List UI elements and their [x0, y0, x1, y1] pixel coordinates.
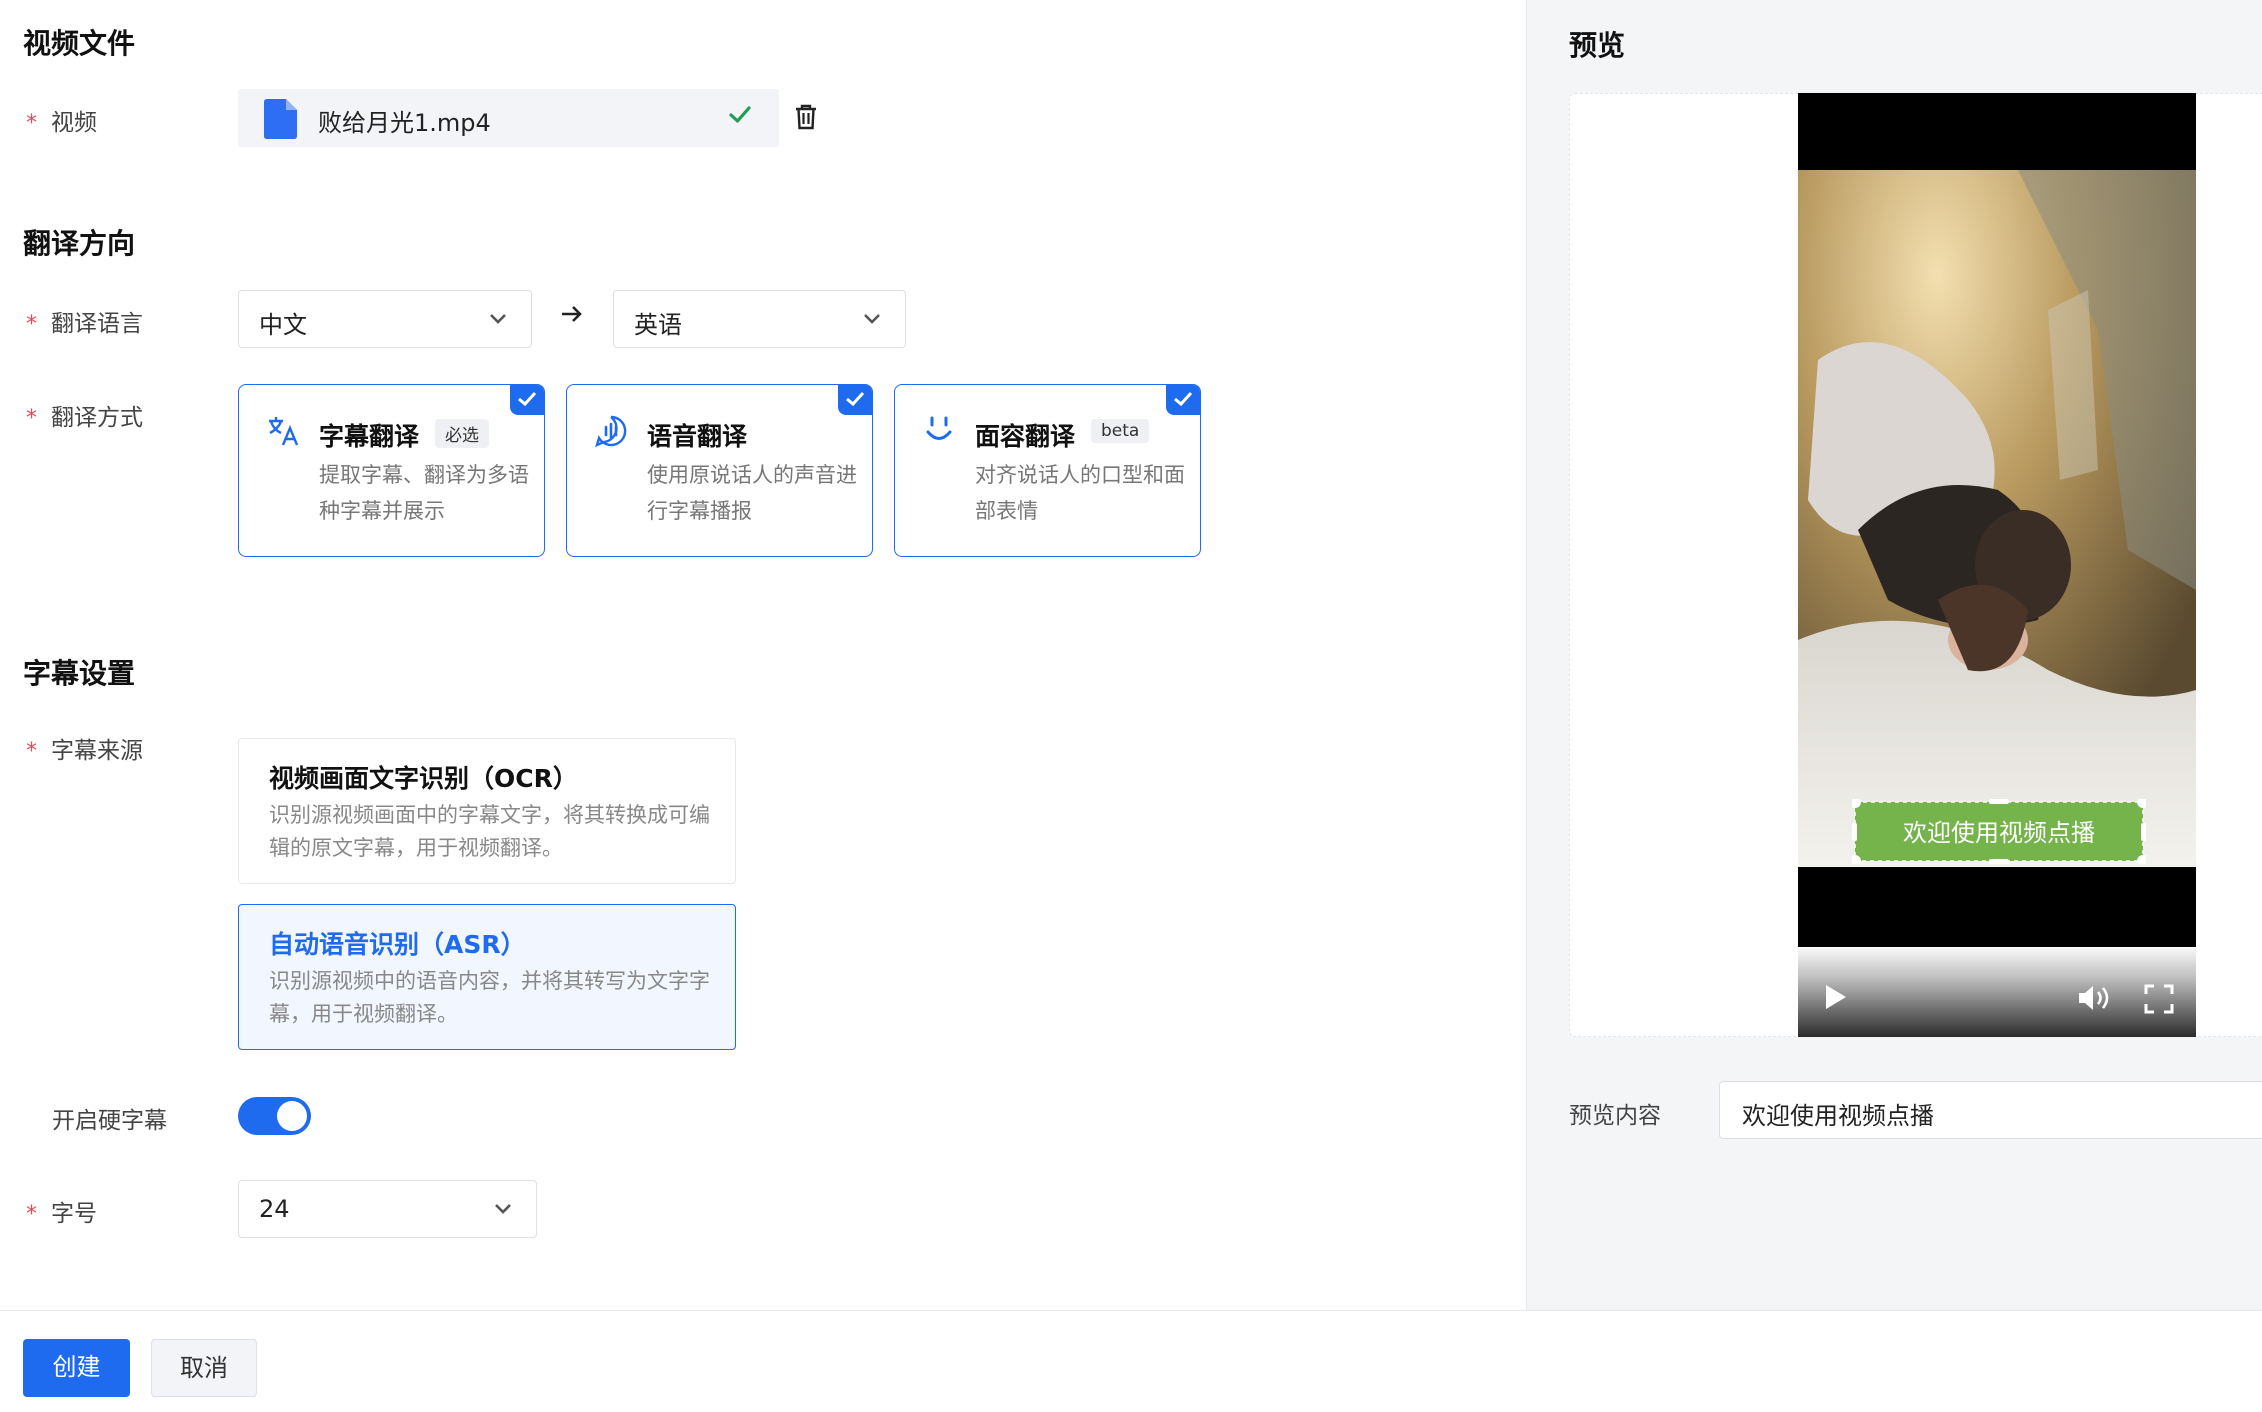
- option-title: 自动语音识别（ASR）: [269, 930, 526, 959]
- check-icon: [518, 391, 537, 407]
- hard-subtitle-toggle[interactable]: [238, 1097, 311, 1135]
- section-title-subtitle: 字幕设置: [23, 657, 136, 690]
- method-desc: 使用原说话人的声音进行字幕播报: [647, 463, 857, 523]
- target-language-value: 英语: [634, 311, 682, 339]
- preview-content-value: 欢迎使用视频点播: [1742, 1102, 1934, 1130]
- required-mark: *: [26, 312, 37, 337]
- field-label-language: * 翻译语言: [26, 304, 143, 338]
- method-card-face[interactable]: 面容翻译 beta 对齐说话人的口型和面部表情: [894, 384, 1201, 557]
- volume-icon[interactable]: [2077, 984, 2113, 1012]
- field-label-method: * 翻译方式: [26, 398, 143, 432]
- file-name: 败给月光1.mp4: [318, 109, 491, 137]
- chevron-down-icon: [495, 1204, 511, 1214]
- method-desc: 提取字幕、翻译为多语种字幕并展示: [319, 463, 529, 523]
- checked-corner: [838, 385, 872, 415]
- check-icon: [1174, 391, 1193, 407]
- method-card-subtitle[interactable]: 字幕翻译 必选 提取字幕、翻译为多语种字幕并展示: [238, 384, 545, 557]
- play-icon[interactable]: [1824, 984, 1848, 1010]
- toggle-knob: [277, 1101, 307, 1131]
- subtitle-overlay[interactable]: 欢迎使用视频点播: [1852, 799, 2146, 864]
- upload-success-icon: [729, 106, 751, 123]
- font-size-label: 字号: [51, 1201, 97, 1227]
- checked-corner: [1166, 385, 1200, 415]
- language-label: 翻译语言: [51, 311, 143, 337]
- required-mark: *: [26, 111, 37, 136]
- video-player[interactable]: 欢迎使用视频点播: [1798, 93, 2196, 1037]
- delete-icon[interactable]: [794, 104, 818, 130]
- footer-bar: 创建 取消: [0, 1310, 2262, 1412]
- beta-tag: beta: [1091, 419, 1150, 443]
- uploaded-file[interactable]: 败给月光1.mp4: [238, 89, 779, 147]
- preview-content-label: 预览内容: [1569, 1103, 1661, 1129]
- fullscreen-icon[interactable]: [2144, 984, 2174, 1014]
- preview-content-input[interactable]: 欢迎使用视频点播: [1719, 1081, 2262, 1139]
- method-desc: 对齐说话人的口型和面部表情: [975, 463, 1185, 523]
- target-language-select[interactable]: 英语: [613, 290, 906, 348]
- section-title-direction: 翻译方向: [23, 227, 136, 260]
- arrow-right-icon: [562, 306, 582, 322]
- translation-form: 视频文件 * 视频 败给月光1.mp4 翻译方向 * 翻译语言 中文 英语 * 翻译方…: [0, 0, 1526, 1310]
- preview-title: 预览: [1569, 29, 1626, 62]
- font-size-value: 24: [259, 1195, 290, 1223]
- field-label-video: * 视频: [26, 103, 97, 137]
- source-option-ocr[interactable]: 视频画面文字识别（OCR） 识别源视频画面中的字幕文字，将其转换成可编辑的原文字…: [238, 738, 736, 884]
- video-label: 视频: [51, 110, 97, 136]
- file-icon: [264, 99, 297, 139]
- method-card-voice[interactable]: 语音翻译 使用原说话人的声音进行字幕播报: [566, 384, 873, 557]
- subtitle-overlay-text: 欢迎使用视频点播: [1903, 819, 2095, 847]
- video-controls: [1798, 947, 2196, 1037]
- method-title: 语音翻译: [647, 422, 748, 451]
- source-label: 字幕来源: [51, 738, 143, 764]
- source-language-select[interactable]: 中文: [238, 290, 532, 348]
- video-frame: [1798, 170, 2196, 867]
- hard-subtitle-label: 开启硬字幕: [52, 1108, 167, 1134]
- cancel-button[interactable]: 取消: [151, 1339, 257, 1397]
- section-title-video: 视频文件: [23, 27, 136, 60]
- method-label: 翻译方式: [51, 405, 143, 431]
- required-mark: *: [26, 1202, 37, 1227]
- source-language-value: 中文: [259, 311, 307, 339]
- required-tag: 必选: [435, 419, 489, 448]
- check-icon: [846, 391, 865, 407]
- option-title: 视频画面文字识别（OCR）: [269, 764, 578, 793]
- option-desc: 识别源视频画面中的字幕文字，将其转换成可编辑的原文字幕，用于视频翻译。: [269, 803, 710, 860]
- face-icon: [926, 416, 952, 440]
- required-mark: *: [26, 739, 37, 764]
- source-option-asr[interactable]: 自动语音识别（ASR） 识别源视频中的语音内容，并将其转写为文字字幕，用于视频翻…: [238, 904, 736, 1050]
- chevron-down-icon: [864, 314, 880, 324]
- translate-icon: [269, 417, 299, 446]
- field-label-font-size: * 字号: [26, 1194, 97, 1228]
- checked-corner: [510, 385, 544, 415]
- field-label-source: * 字幕来源: [26, 731, 143, 765]
- option-desc: 识别源视频中的语音内容，并将其转写为文字字幕，用于视频翻译。: [269, 969, 710, 1026]
- method-title: 字幕翻译: [319, 422, 420, 451]
- voice-icon: [595, 415, 627, 447]
- font-size-select[interactable]: 24: [238, 1180, 537, 1238]
- required-mark: *: [26, 406, 37, 431]
- method-title: 面容翻译: [975, 422, 1076, 451]
- chevron-down-icon: [490, 314, 506, 324]
- create-button[interactable]: 创建: [23, 1339, 130, 1397]
